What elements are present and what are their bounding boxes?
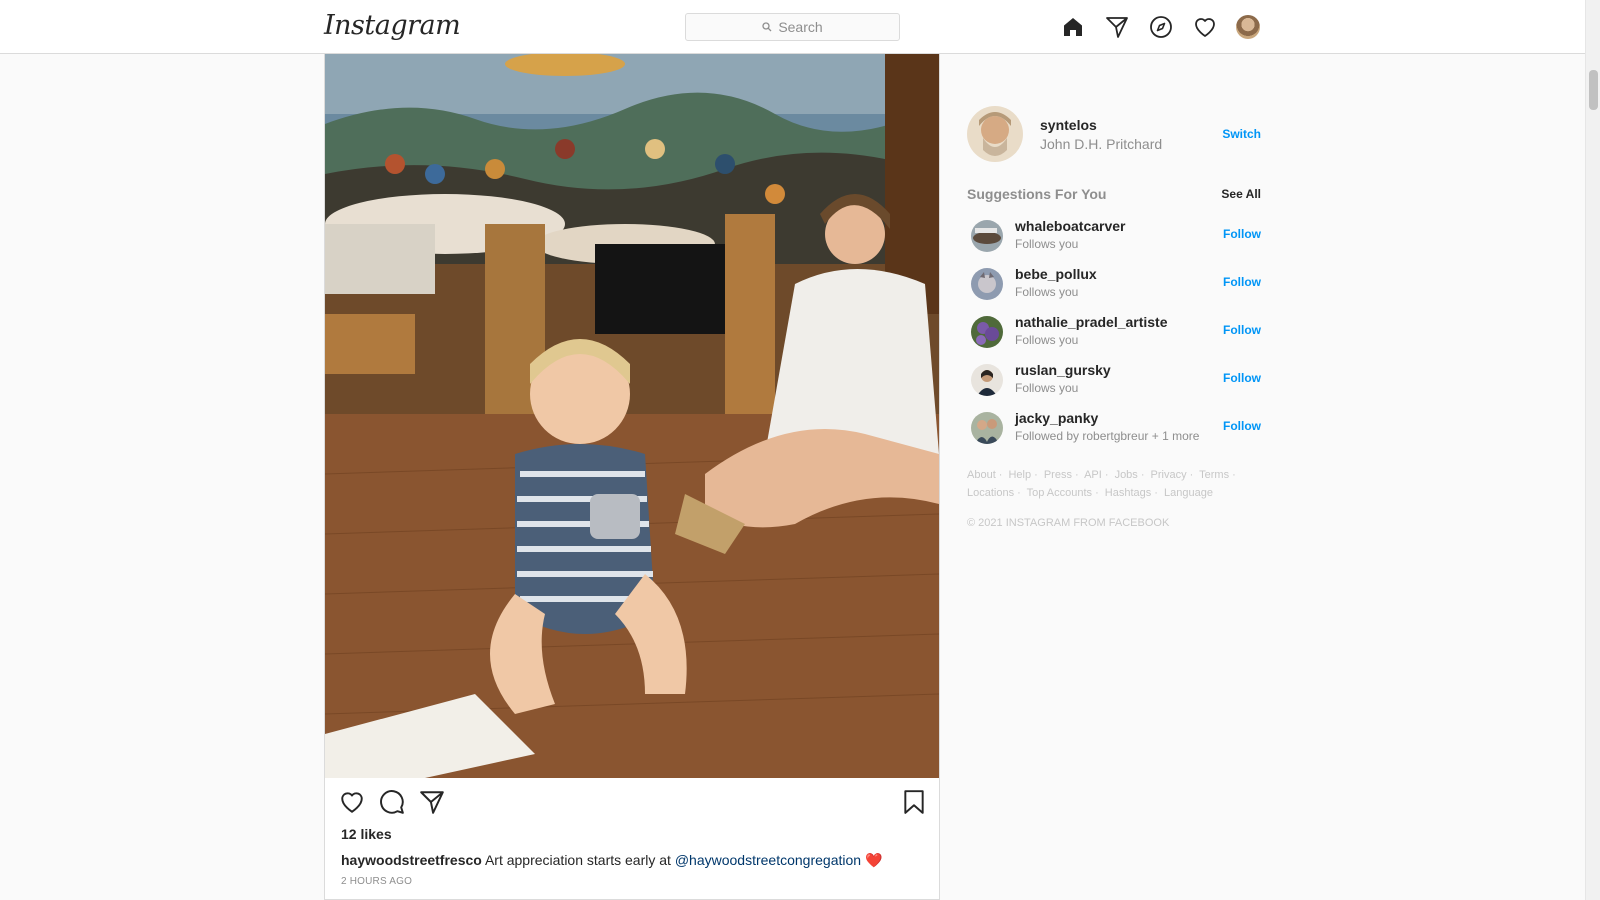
footer-link-jobs[interactable]: Jobs bbox=[1115, 469, 1138, 481]
sidebar: syntelos John D.H. Pritchard Switch Sugg… bbox=[967, 106, 1261, 529]
post-photo[interactable] bbox=[325, 54, 939, 778]
caption-username[interactable]: haywoodstreetfresco bbox=[341, 852, 482, 868]
suggestion-item: nathalie_pradel_artiste Follows you Foll… bbox=[967, 308, 1261, 356]
copyright: © 2021 Instagram from Facebook bbox=[967, 517, 1170, 529]
footer-link-privacy[interactable]: Privacy bbox=[1151, 469, 1187, 481]
suggestion-detail: Followed by robertgbreur + 1 more bbox=[1015, 429, 1200, 443]
feed-post: 12 likes haywoodstreetfresco Art appreci… bbox=[324, 54, 940, 900]
profile-avatar-large[interactable] bbox=[967, 106, 1023, 162]
switch-button[interactable]: Switch bbox=[1222, 127, 1261, 141]
footer-link-hashtags[interactable]: Hashtags bbox=[1105, 487, 1151, 499]
like-icon[interactable] bbox=[339, 789, 367, 817]
suggestions-list: whaleboatcarver Follows you Follow bebe_… bbox=[967, 212, 1261, 452]
suggestion-avatar[interactable] bbox=[971, 220, 1003, 252]
search-icon bbox=[762, 22, 772, 32]
suggestions-title: Suggestions For You bbox=[967, 186, 1107, 202]
share-icon[interactable] bbox=[419, 789, 447, 817]
likes-count[interactable]: 12 likes bbox=[341, 826, 392, 842]
caption-mention[interactable]: @haywoodstreetcongregation bbox=[675, 852, 861, 868]
explore-icon[interactable] bbox=[1148, 14, 1174, 40]
current-user: syntelos John D.H. Pritchard Switch bbox=[967, 106, 1261, 162]
suggestion-item: jacky_panky Followed by robertgbreur + 1… bbox=[967, 404, 1261, 452]
suggestion-detail: Follows you bbox=[1015, 285, 1079, 299]
follow-button[interactable]: Follow bbox=[1223, 371, 1261, 385]
home-icon[interactable] bbox=[1060, 14, 1086, 40]
follow-button[interactable]: Follow bbox=[1223, 323, 1261, 337]
page-scrollbar[interactable] bbox=[1585, 0, 1600, 900]
follow-button[interactable]: Follow bbox=[1223, 419, 1261, 433]
profile-avatar[interactable] bbox=[1236, 15, 1260, 39]
suggestion-username[interactable]: bebe_pollux bbox=[1015, 266, 1097, 282]
suggestion-avatar[interactable] bbox=[971, 412, 1003, 444]
suggestion-detail: Follows you bbox=[1015, 381, 1079, 395]
heart-emoji: ❤️ bbox=[864, 852, 883, 868]
post-caption: haywoodstreetfresco Art appreciation sta… bbox=[341, 852, 882, 869]
direct-icon[interactable] bbox=[1104, 14, 1130, 40]
footer-link-locations[interactable]: Locations bbox=[967, 487, 1014, 499]
comment-icon[interactable] bbox=[379, 789, 407, 817]
post-image bbox=[325, 54, 939, 778]
footer-link-press[interactable]: Press bbox=[1044, 469, 1072, 481]
suggestion-username[interactable]: ruslan_gursky bbox=[1015, 362, 1111, 378]
suggestion-username[interactable]: nathalie_pradel_artiste bbox=[1015, 314, 1168, 330]
footer-link-help[interactable]: Help bbox=[1008, 469, 1031, 481]
instagram-logo[interactable]: Instagram bbox=[324, 10, 461, 41]
footer-link-terms[interactable]: Terms bbox=[1199, 469, 1229, 481]
post-actions bbox=[325, 778, 939, 828]
suggestion-item: whaleboatcarver Follows you Follow bbox=[967, 212, 1261, 260]
footer-link-language[interactable]: Language bbox=[1164, 487, 1213, 499]
activity-icon[interactable] bbox=[1192, 14, 1218, 40]
suggestion-detail: Follows you bbox=[1015, 333, 1079, 347]
see-all-button[interactable]: See All bbox=[1221, 187, 1261, 201]
suggestion-detail: Follows you bbox=[1015, 237, 1079, 251]
footer-links: About · Help · Press · API · Jobs · Privacy · … bbox=[967, 466, 1261, 502]
footer-row-1: About · Help · Press · API · Jobs · Privacy · … bbox=[967, 469, 1236, 481]
footer-link-top-accounts[interactable]: Top Accounts bbox=[1027, 487, 1092, 499]
follow-button[interactable]: Follow bbox=[1223, 227, 1261, 241]
suggestion-item: bebe_pollux Follows you Follow bbox=[967, 260, 1261, 308]
suggestions-header: Suggestions For You See All bbox=[967, 184, 1261, 204]
suggestion-item: ruslan_gursky Follows you Follow bbox=[967, 356, 1261, 404]
nav-icons bbox=[1060, 14, 1260, 40]
profile-fullname: John D.H. Pritchard bbox=[1040, 136, 1163, 152]
scrollbar-thumb[interactable] bbox=[1589, 70, 1598, 110]
follow-button[interactable]: Follow bbox=[1223, 275, 1261, 289]
save-icon[interactable] bbox=[901, 789, 929, 817]
suggestion-avatar[interactable] bbox=[971, 268, 1003, 300]
footer-link-about[interactable]: About bbox=[967, 469, 996, 481]
suggestion-username[interactable]: whaleboatcarver bbox=[1015, 218, 1126, 234]
profile-username[interactable]: syntelos bbox=[1040, 117, 1097, 133]
footer-row-2: Locations · Top Accounts · Hashtags · Langu… bbox=[967, 487, 1213, 499]
top-nav: Instagram Search bbox=[0, 0, 1585, 54]
search-input[interactable]: Search bbox=[685, 13, 900, 41]
search-placeholder: Search bbox=[778, 19, 823, 35]
suggestion-username[interactable]: jacky_panky bbox=[1015, 410, 1098, 426]
suggestion-avatar[interactable] bbox=[971, 364, 1003, 396]
footer-link-api[interactable]: API bbox=[1084, 469, 1102, 481]
caption-text: Art appreciation starts early at bbox=[484, 852, 671, 868]
post-timestamp[interactable]: 2 HOURS AGO bbox=[341, 876, 412, 887]
suggestion-avatar[interactable] bbox=[971, 316, 1003, 348]
